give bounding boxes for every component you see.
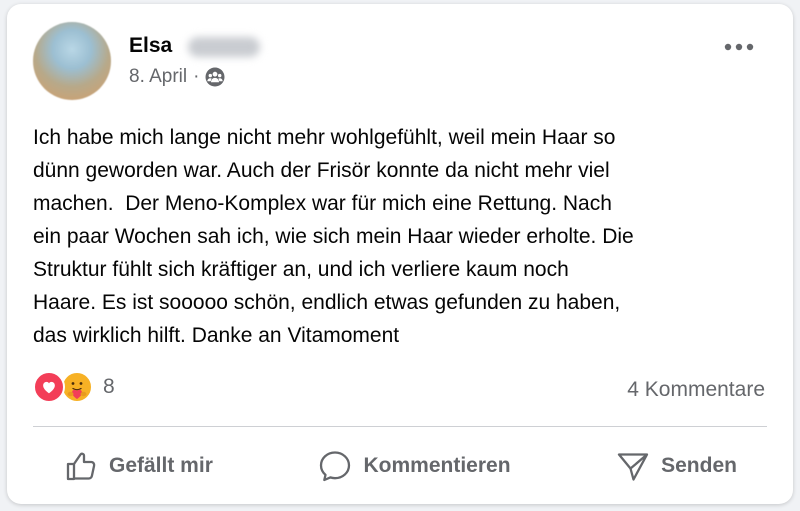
post-meta: 8. April · xyxy=(129,66,225,88)
friends-icon[interactable] xyxy=(205,67,225,87)
more-options-button[interactable] xyxy=(719,32,759,62)
post-card: Elsa 8. April · Ich habe mich lange nich… xyxy=(7,4,793,504)
divider xyxy=(33,426,767,427)
post-date[interactable]: 8. April xyxy=(129,66,187,88)
author-surname-blurred xyxy=(188,37,260,57)
comment-label: Kommentieren xyxy=(363,454,511,477)
action-bar: Gefällt mir Kommentieren Senden xyxy=(33,436,767,496)
avatar[interactable] xyxy=(33,22,111,100)
author-name[interactable]: Elsa xyxy=(129,34,172,58)
send-icon xyxy=(617,453,649,481)
share-button[interactable]: Senden xyxy=(585,440,767,492)
comments-count-link[interactable]: 4 Kommentare xyxy=(627,378,765,402)
love-reaction-icon xyxy=(33,371,65,403)
thumbs-up-icon xyxy=(66,452,96,481)
post-body-text: Ich habe mich lange nicht mehr wohlgefüh… xyxy=(33,126,634,347)
share-label: Senden xyxy=(661,454,737,477)
like-label: Gefällt mir xyxy=(109,454,213,477)
more-horizontal-icon xyxy=(724,43,754,51)
like-button[interactable]: Gefällt mir xyxy=(33,440,243,492)
comment-button[interactable]: Kommentieren xyxy=(287,440,540,492)
comment-icon xyxy=(320,451,351,482)
care-reaction-icon xyxy=(61,371,93,403)
reaction-count: 8 xyxy=(103,375,115,398)
meta-separator: · xyxy=(193,66,200,87)
reactions-summary[interactable]: 8 xyxy=(33,371,115,403)
